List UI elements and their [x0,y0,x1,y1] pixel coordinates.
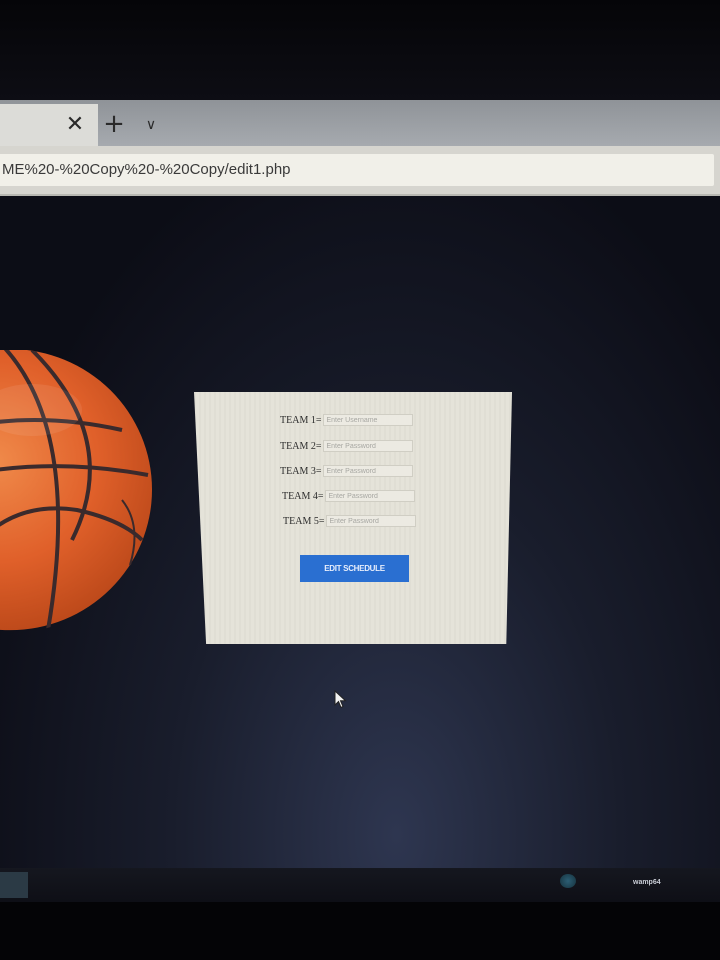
team-4-input[interactable] [325,490,416,502]
mouse-cursor-icon [334,690,347,709]
url-field[interactable]: ME%20-%20Copy%20-%20Copy/edit1.php [0,154,714,186]
tab-list-chevron-icon[interactable]: ∨ [140,114,162,136]
monitor-bezel-bottom [0,902,720,960]
tray-label: wamp64 [633,879,661,886]
start-button-icon[interactable] [0,872,28,898]
team-1-input[interactable] [323,414,414,426]
page-viewport: TEAM 1= TEAM 2= TEAM 3= TEAM 4= TEAM 5= … [0,196,720,868]
team-3-row: TEAM 3= [280,464,414,478]
team-3-input[interactable] [323,465,414,477]
address-bar: ME%20-%20Copy%20-%20Copy/edit1.php [0,146,720,196]
team-3-label: TEAM 3= [280,465,322,477]
taskbar: wamp64 [0,868,720,902]
team-2-label: TEAM 2= [280,440,322,452]
new-tab-icon[interactable]: + [102,111,126,137]
basketball-image [0,350,152,631]
team-5-label: TEAM 5= [283,515,325,527]
edit-schedule-button[interactable]: EDIT SCHEDULE [300,555,409,582]
team-5-row: TEAM 5= [283,514,417,528]
team-4-label: TEAM 4= [282,490,324,502]
tray-app-icon[interactable] [560,874,576,888]
team-1-label: TEAM 1= [280,414,322,426]
team-5-input[interactable] [326,515,417,527]
team-4-row: TEAM 4= [282,489,416,503]
team-2-row: TEAM 2= [280,439,414,453]
team-2-input[interactable] [323,440,414,452]
monitor-bezel-top [0,0,720,100]
close-tab-icon[interactable]: ✕ [64,114,86,136]
schedule-form-panel: TEAM 1= TEAM 2= TEAM 3= TEAM 4= TEAM 5= … [194,392,512,644]
team-1-row: TEAM 1= [280,413,414,427]
